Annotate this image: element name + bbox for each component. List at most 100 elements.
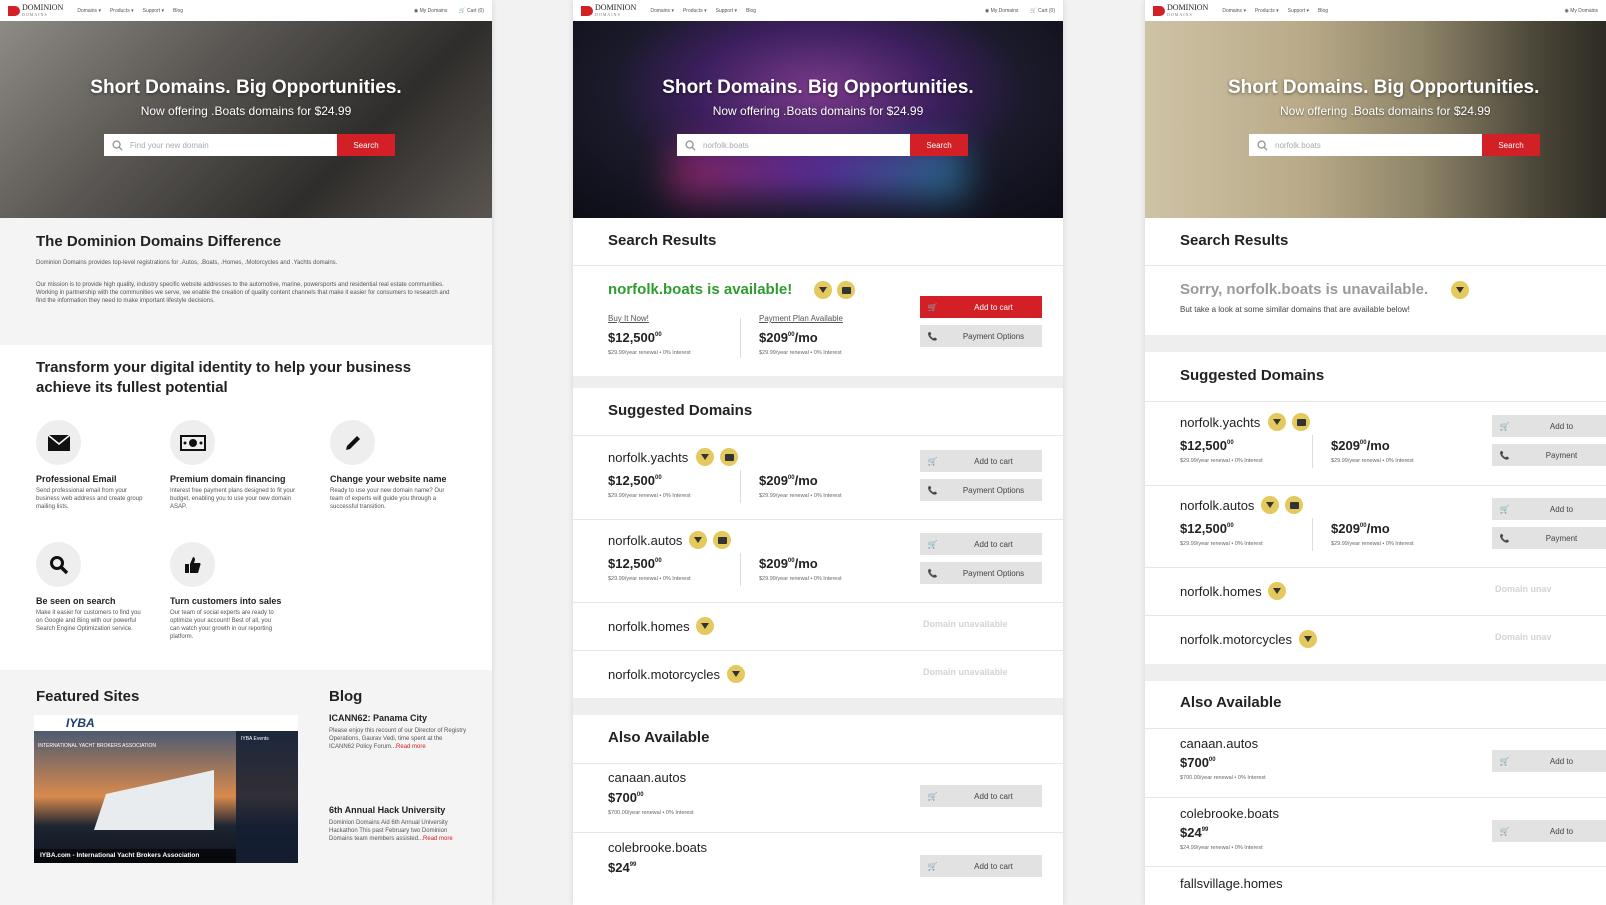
nav-support[interactable]: Support ▾ [716,8,737,14]
unavailable-status: Domain unavailable [923,619,1008,629]
payment-plan-icon [1285,496,1303,514]
search-button[interactable]: Search [337,134,395,156]
domain-name[interactable]: norfolk.autos [608,533,682,548]
plan-price-suffix: /mo [794,330,818,345]
divider [1145,866,1606,867]
monthly-value: $209 [759,473,788,488]
add-to-cart-button[interactable]: 🛒 Add to cart [920,855,1042,877]
domain-price: $2499 [1180,825,1208,840]
brand-logo[interactable]: DOMINION DOMAINS [8,3,63,18]
read-more-link[interactable]: Read more [396,744,426,750]
nav-support[interactable]: Support ▾ [143,8,164,14]
add-to-cart-button[interactable]: 🛒 Add to [1492,415,1606,437]
add-to-cart-button[interactable]: 🛒 Add to cart [920,785,1042,807]
buy-price-cents: 00 [655,332,662,338]
separator [740,553,741,586]
nav-blog[interactable]: Blog [746,8,756,14]
payment-options-button[interactable]: 📞 Payment Options [920,479,1042,501]
top-nav: DOMINION DOMAINS Domains ▾ Products ▾ Suppo… [0,0,492,21]
cart-link[interactable]: 🛒 Cart (0) [1030,8,1055,14]
featured-site-image[interactable]: IYBA INTERNATIONAL YACHT BROKERS ASSOCIA… [34,715,298,863]
nav-products[interactable]: Products ▾ [1255,8,1279,14]
payment-plan-icon [713,531,731,549]
divider [1145,797,1606,798]
divider [1145,265,1606,266]
price-value: $24 [608,860,630,875]
brand-logo[interactable]: DOMINION DOMAINS [1153,3,1208,18]
nav-products[interactable]: Products ▾ [683,8,707,14]
payment-options-button[interactable]: 📞 Payment [1492,444,1606,466]
domain-name[interactable]: canaan.autos [1180,736,1258,751]
domain-name[interactable]: norfolk.autos [1180,498,1254,513]
iyba-events-panel: IYBA Events [236,731,298,863]
payment-plan-label[interactable]: Payment Plan Available [759,315,843,323]
search-icon [112,139,123,151]
buy-now-label[interactable]: Buy It Now! [608,315,649,323]
nav-blog[interactable]: Blog [1318,8,1328,14]
logo-mark-icon [1153,5,1165,16]
domain-name[interactable]: norfolk.yachts [608,450,688,465]
also-available-title: Also Available [1180,694,1282,711]
monthly-cents: 00 [787,475,795,481]
premium-gem-icon [1268,582,1286,600]
nav-domains[interactable]: Domains ▾ [650,8,674,14]
nav-domains[interactable]: Domains ▾ [77,8,101,14]
blog-post: ICANN62: Panama City Please enjoy this r… [329,713,469,751]
add-to-cart-button[interactable]: 🛒 Add to [1492,498,1606,520]
add-to-cart-button[interactable]: 🛒 Add to [1492,820,1606,842]
blog-post-title[interactable]: ICANN62: Panama City [329,713,469,723]
domain-name: norfolk.homes [608,619,690,634]
nav-support[interactable]: Support ▾ [1288,8,1309,14]
read-more-link[interactable]: Read more [423,836,453,842]
feature-text: Interest free payment plans designed to … [170,488,296,510]
blog-post-excerpt: Dominion Domains Aid 6th Annual Universi… [329,819,469,843]
divider [1145,567,1606,568]
price-cents: 00 [1208,757,1216,763]
search-button[interactable]: Search [910,134,968,156]
nav-blog[interactable]: Blog [173,8,183,14]
domain-renewal: $29.99/year renewal • 0% Interest [608,576,691,582]
search-input[interactable]: norfolk.boats [1249,134,1482,156]
monthly-renewal: $29.99/year renewal • 0% Interest [759,493,842,499]
feature-text: Make it easier for customers to find you… [36,610,141,632]
add-to-cart-button[interactable]: 🛒 Add to cart [920,296,1042,318]
domain-name[interactable]: canaan.autos [608,770,686,785]
divider [573,763,1063,764]
monthly-price: $20900/mo [759,473,818,488]
payment-options-button[interactable]: 📞 Payment Options [920,325,1042,347]
my-domains-link[interactable]: ◉ My Domains [985,8,1019,14]
payment-options-button[interactable]: 📞 Payment Options [920,562,1042,584]
buy-price-value: $12,500 [608,330,655,345]
my-domains-link[interactable]: ◉ My Domains [414,8,448,14]
monthly-suffix: /mo [794,556,818,571]
search-input[interactable]: norfolk.boats [677,134,910,156]
price-value: $24 [1180,825,1202,840]
add-to-cart-button[interactable]: 🛒 Add to cart [920,533,1042,555]
section-gap [1145,335,1606,352]
search-input[interactable]: Find your new domain [104,134,337,156]
hero-subtitle: Now offering .Boats domains for $24.99 [1280,104,1491,118]
add-to-cart-label: Add to [1549,504,1574,514]
feature-title: Professional Email [36,474,117,484]
divider [1145,485,1606,486]
iyba-header: IYBA [34,715,298,731]
domain-name[interactable]: colebrooke.boats [1180,806,1279,821]
payment-options-button[interactable]: 📞 Payment [1492,527,1606,549]
cart-icon: 🛒 [1499,504,1510,514]
monthly-price: $20900/mo [1331,438,1390,453]
payment-options-label: Payment Options [962,568,1025,578]
add-to-cart-button[interactable]: 🛒 Add to [1492,750,1606,772]
blog-post-title[interactable]: 6th Annual Hack University [329,805,469,815]
add-to-cart-button[interactable]: 🛒 Add to cart [920,450,1042,472]
domain-name[interactable]: norfolk.yachts [1180,415,1260,430]
nav-products[interactable]: Products ▾ [110,8,134,14]
nav-domains[interactable]: Domains ▾ [1222,8,1246,14]
brand-logo[interactable]: DOMINION DOMAINS [581,3,636,18]
cart-link[interactable]: 🛒 Cart (0) [459,8,484,14]
domain-name[interactable]: colebrooke.boats [608,840,707,855]
add-to-cart-label: Add to [1549,826,1574,836]
section-gap [1145,664,1606,681]
my-domains-link[interactable]: ◉ My Domains [1564,8,1598,14]
domain-name[interactable]: fallsvillage.homes [1180,876,1283,891]
search-button[interactable]: Search [1482,134,1540,156]
